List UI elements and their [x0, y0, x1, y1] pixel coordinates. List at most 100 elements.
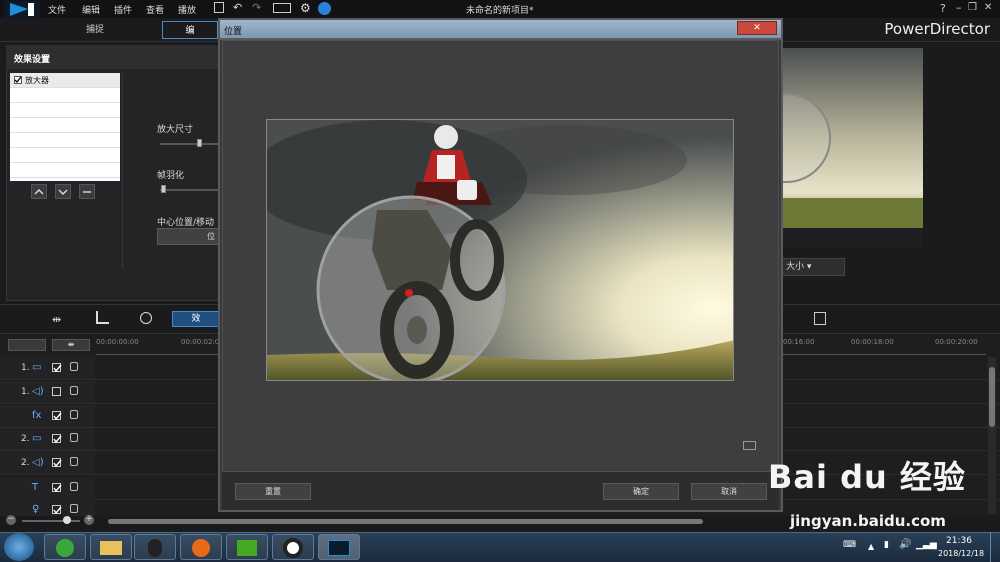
dialog-close-button[interactable]: ✕: [737, 21, 777, 35]
taskbar-browser-button[interactable]: [44, 534, 86, 560]
lock-icon[interactable]: [70, 433, 78, 442]
track-enable-checkbox[interactable]: [52, 505, 62, 515]
start-button[interactable]: [4, 533, 34, 561]
lock-icon[interactable]: [70, 504, 78, 513]
taskbar-recorder-button[interactable]: [272, 534, 314, 560]
fix-enhance-icon[interactable]: [140, 312, 152, 324]
menu-playback[interactable]: 播放: [178, 3, 196, 16]
track-enable-checkbox[interactable]: [52, 458, 62, 468]
fit-timeline-button[interactable]: ⇼: [52, 339, 90, 351]
zoom-thumb[interactable]: [63, 516, 71, 524]
reset-button[interactable]: 重置: [235, 483, 311, 500]
lock-icon[interactable]: [70, 386, 78, 395]
remove-button[interactable]: [79, 184, 95, 199]
redo-icon[interactable]: ↷: [252, 1, 261, 14]
window-title: 未命名的新项目*: [466, 6, 534, 16]
taskbar-qq-button[interactable]: [134, 534, 176, 560]
position-button[interactable]: 位: [157, 228, 219, 245]
close-icon[interactable]: ✕: [984, 2, 992, 13]
export-icon[interactable]: [814, 312, 826, 325]
mic-icon: ♀: [32, 504, 40, 515]
horizontal-scrollbar[interactable]: [108, 519, 703, 524]
track-controls: [0, 428, 95, 450]
move-up-button[interactable]: [31, 184, 47, 199]
menu-edit[interactable]: 编辑: [82, 3, 100, 16]
menu-view[interactable]: 查看: [146, 3, 164, 16]
network-icon[interactable]: ▁▃▅: [916, 540, 937, 550]
show-desktop-button[interactable]: [990, 532, 1000, 562]
track-enable-checkbox[interactable]: [52, 387, 61, 396]
effect-tab-button[interactable]: 效: [172, 311, 220, 327]
lock-icon[interactable]: [70, 410, 78, 419]
track-manager-button[interactable]: [8, 339, 46, 351]
tray-arrow-icon[interactable]: ▲: [868, 542, 874, 551]
move-down-button[interactable]: [55, 184, 71, 199]
help-icon[interactable]: ?: [940, 2, 946, 15]
track-controls: [0, 381, 95, 403]
device-icon[interactable]: ▮: [884, 540, 889, 550]
list-item: [10, 148, 120, 163]
clock-date[interactable]: 2018/12/18: [938, 549, 984, 558]
list-item[interactable]: 放大器: [10, 73, 120, 88]
zoom-in-icon[interactable]: +: [84, 515, 94, 525]
qq-icon: [148, 539, 162, 557]
slider-thumb[interactable]: [161, 185, 166, 193]
brand-name: PowerDirector: [884, 20, 990, 38]
tab-capture[interactable]: 捕捉: [30, 21, 160, 39]
restore-icon[interactable]: ❐: [968, 2, 977, 13]
crop-icon[interactable]: [96, 311, 109, 324]
track-number: 2.: [21, 434, 30, 444]
fullscreen-icon[interactable]: [743, 441, 756, 450]
split-icon[interactable]: ⇹: [52, 313, 61, 326]
lock-icon[interactable]: [70, 482, 78, 491]
tab-edit[interactable]: 编: [162, 21, 218, 39]
track-controls: [0, 357, 95, 379]
cancel-button[interactable]: 取消: [691, 483, 767, 500]
lock-icon[interactable]: [70, 457, 78, 466]
record-icon: [283, 538, 303, 558]
effect-list: 放大器: [10, 73, 120, 181]
video-preview-image[interactable]: [266, 119, 734, 381]
ruler-tick: 00:00:18:00: [851, 338, 894, 346]
menu-plugins[interactable]: 插件: [114, 3, 132, 16]
track-enable-checkbox[interactable]: [52, 411, 62, 421]
preview-gap: [781, 228, 923, 248]
settings-icon[interactable]: ⚙: [300, 1, 311, 15]
undo-icon[interactable]: ↶: [233, 1, 242, 14]
scroll-thumb[interactable]: [989, 367, 995, 427]
upgrade-icon[interactable]: [318, 2, 331, 15]
menu-file[interactable]: 文件: [48, 3, 66, 16]
title-bar: 文件 编辑 插件 查看 播放 ↶ ↷ ⚙ 未命名的新项目* ? – ❐ ✕: [0, 0, 1000, 18]
zoom-slider[interactable]: [22, 520, 80, 522]
track-enable-checkbox[interactable]: [52, 483, 62, 493]
feather-slider[interactable]: [160, 189, 218, 191]
taskbar-firefox-button[interactable]: [180, 534, 222, 560]
track-number: 2.: [21, 458, 30, 468]
lock-icon[interactable]: [70, 362, 78, 371]
track-enable-checkbox[interactable]: [52, 434, 62, 444]
slider-thumb[interactable]: [197, 139, 202, 147]
taskbar-powerdirector-button[interactable]: [318, 534, 360, 560]
dialog-titlebar: 位置 ✕: [218, 18, 783, 40]
aspect-ratio-icon[interactable]: [273, 3, 291, 13]
list-item: [10, 118, 120, 133]
taskbar-explorer-button[interactable]: [90, 534, 132, 560]
firefox-icon: [192, 539, 210, 557]
minimize-icon[interactable]: –: [956, 1, 962, 14]
browser-icon: [56, 539, 74, 557]
volume-icon[interactable]: 🔊: [899, 539, 911, 550]
zoom-out-icon[interactable]: −: [6, 515, 16, 525]
ok-button[interactable]: 确定: [603, 483, 679, 500]
track-enable-checkbox[interactable]: [52, 363, 62, 373]
taskbar-app-button[interactable]: [226, 534, 268, 560]
save-icon[interactable]: [214, 2, 224, 13]
vertical-scrollbar[interactable]: [988, 357, 996, 514]
track-controls: [0, 405, 95, 427]
size-dropdown[interactable]: 大小 ▾: [781, 258, 845, 276]
keyboard-icon[interactable]: ⌨: [843, 540, 856, 550]
baidu-watermark: Bai du 经验: [768, 458, 966, 496]
magnify-size-slider[interactable]: [160, 143, 218, 145]
clock-time[interactable]: 21:36: [946, 536, 972, 546]
list-item-label: 放大器: [25, 76, 49, 85]
checkbox[interactable]: [14, 75, 22, 84]
